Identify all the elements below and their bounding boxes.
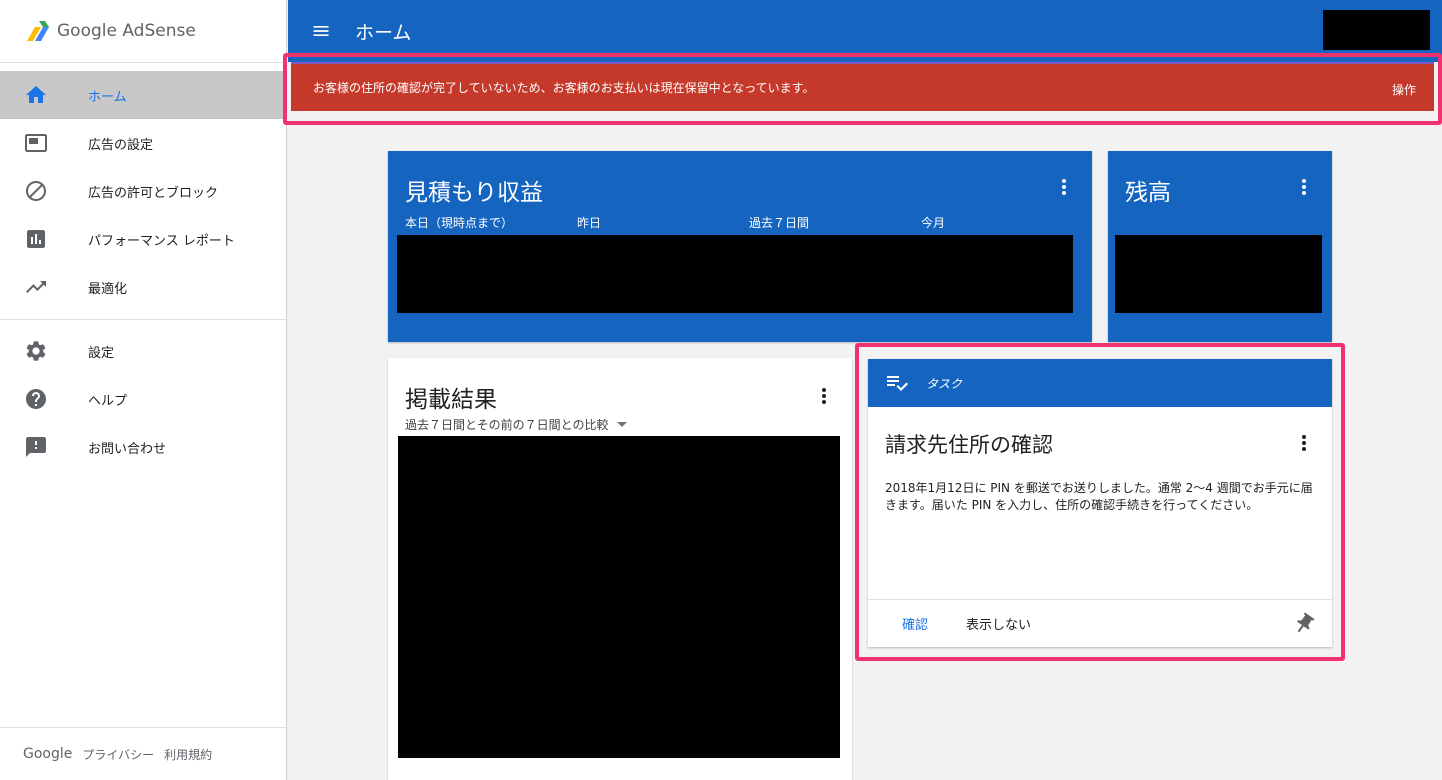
- sidebar-item-label: 広告の設定: [88, 137, 154, 153]
- sidebar-item-label: 最適化: [88, 281, 128, 297]
- account-redacted[interactable]: [1323, 10, 1430, 50]
- period-label-last7: 過去７日間: [749, 216, 810, 230]
- sidebar-item-ad-settings[interactable]: 広告の設定: [0, 119, 286, 167]
- privacy-link[interactable]: プライバシー: [82, 746, 154, 763]
- dismiss-button[interactable]: 表示しない: [966, 614, 1031, 633]
- sidebar-item-label: 設定: [88, 345, 115, 361]
- payment-hold-alert: お客様の住所の確認が完了していないため、お客様のお支払いは現在保留中となっていま…: [291, 62, 1434, 111]
- more-vert-icon[interactable]: [812, 384, 836, 408]
- confirm-button[interactable]: 確認: [902, 614, 928, 633]
- chevron-down-icon: [616, 422, 627, 427]
- playlist-check-icon: [884, 371, 908, 395]
- menu-icon[interactable]: [311, 21, 331, 41]
- page-title: ホーム: [355, 21, 412, 44]
- adsense-logo[interactable]: Google AdSense: [0, 0, 286, 62]
- comparison-dropdown[interactable]: 過去７日間とその前の７日間との比較: [405, 416, 627, 433]
- sidebar-divider: [0, 319, 286, 320]
- task-header-label: タスク: [926, 376, 963, 391]
- redacted-performance-chart: [398, 436, 840, 758]
- card-title: 掲載結果: [405, 387, 497, 413]
- redacted-balance-value: [1115, 235, 1322, 313]
- estimated-earnings-card: 見積もり収益 本日（現時点まで） 昨日 過去７日間 今月: [388, 151, 1092, 342]
- sidebar-item-label: お問い合わせ: [88, 441, 167, 457]
- balance-card: 残高: [1108, 151, 1332, 342]
- sidebar-item-label: ヘルプ: [88, 393, 128, 409]
- feedback-icon: [0, 435, 88, 459]
- task-card: タスク 請求先住所の確認 2018年1月12日に PIN を郵送でお送りしました…: [868, 359, 1332, 647]
- google-footer-logo: Google: [23, 746, 73, 762]
- home-icon: [0, 83, 88, 107]
- task-title: 請求先住所の確認: [885, 433, 1053, 457]
- more-vert-icon[interactable]: [1292, 431, 1316, 455]
- block-icon: [0, 179, 88, 203]
- sidebar-item-label: 広告の許可とブロック: [88, 185, 219, 201]
- sidebar-nav-primary: ホーム 広告の設定 広告の許可とブロック パフォーマンス レポート 最適化: [0, 71, 286, 311]
- card-title: 残高: [1125, 180, 1171, 206]
- sidebar-item-performance-reports[interactable]: パフォーマンス レポート: [0, 215, 286, 263]
- sidebar-item-label: パフォーマンス レポート: [88, 233, 235, 249]
- earnings-period-labels: 本日（現時点まで） 昨日 過去７日間 今月: [405, 214, 1093, 231]
- more-vert-icon[interactable]: [1052, 175, 1076, 199]
- terms-link[interactable]: 利用規約: [164, 746, 212, 763]
- sidebar-divider: [0, 62, 286, 63]
- sidebar-footer: Google プライバシー 利用規約: [0, 727, 286, 780]
- card-title: 見積もり収益: [405, 180, 543, 206]
- sidebar: Google AdSense ホーム 広告の設定 広告の許可とブロック パフォー…: [0, 0, 287, 780]
- app-name: Google AdSense: [57, 21, 196, 41]
- task-actions: 確認 表示しない: [868, 599, 1332, 647]
- period-label-yesterday: 昨日: [577, 216, 602, 230]
- period-label-today: 本日（現時点まで）: [405, 216, 514, 230]
- pin-icon[interactable]: [1292, 612, 1316, 636]
- performance-card: 掲載結果 過去７日間とその前の７日間との比較: [388, 358, 852, 780]
- comparison-label: 過去７日間とその前の７日間との比較: [405, 418, 609, 432]
- more-vert-icon[interactable]: [1292, 175, 1316, 199]
- task-description: 2018年1月12日に PIN を郵送でお送りしました。通常 2〜4 週間でお手…: [885, 481, 1313, 512]
- task-header: タスク: [868, 359, 1332, 407]
- sidebar-item-help[interactable]: ヘルプ: [0, 375, 286, 423]
- sidebar-nav-secondary: 設定 ヘルプ お問い合わせ: [0, 327, 286, 471]
- sidebar-item-settings[interactable]: 設定: [0, 327, 286, 375]
- bar-chart-icon: [0, 227, 88, 251]
- sidebar-item-allow-block[interactable]: 広告の許可とブロック: [0, 167, 286, 215]
- redacted-earnings-values: [397, 235, 1073, 313]
- sidebar-item-home[interactable]: ホーム: [0, 71, 286, 119]
- sidebar-item-contact[interactable]: お問い合わせ: [0, 423, 286, 471]
- ad-units-icon: [0, 131, 88, 155]
- adsense-logo-icon: [27, 21, 49, 41]
- trending-up-icon: [0, 275, 88, 299]
- alert-message: お客様の住所の確認が完了していないため、お客様のお支払いは現在保留中となっていま…: [313, 81, 815, 95]
- gear-icon: [0, 339, 88, 363]
- sidebar-item-optimization[interactable]: 最適化: [0, 263, 286, 311]
- period-label-month: 今月: [921, 216, 946, 230]
- help-icon: [0, 387, 88, 411]
- sidebar-item-label: ホーム: [88, 89, 127, 105]
- alert-action-button[interactable]: 操作: [1392, 77, 1416, 98]
